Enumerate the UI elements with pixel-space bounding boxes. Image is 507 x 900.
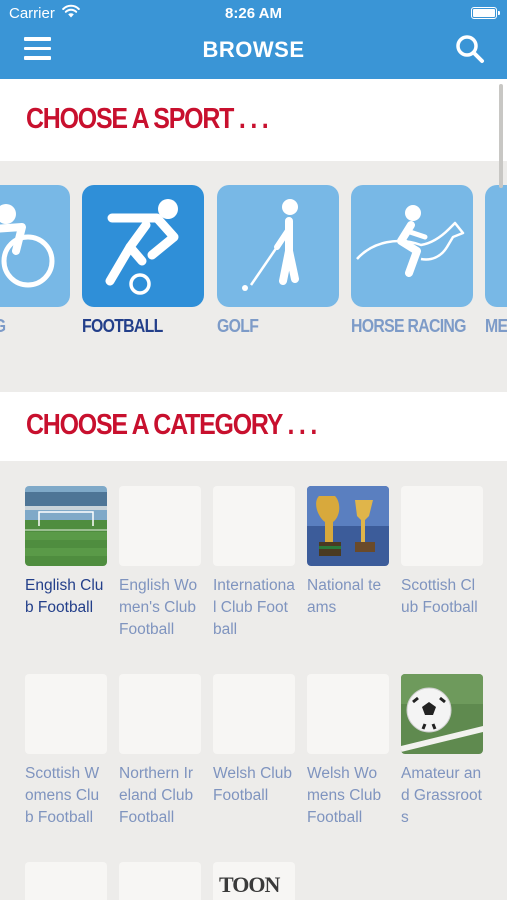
search-icon[interactable] [455, 34, 485, 64]
toon-logo: TOON [213, 862, 295, 900]
stadium-pitch-photo [25, 486, 107, 566]
choose-category-heading: CHOOSE A CATEGORY . . . [26, 409, 317, 441]
category-thumbnail [25, 674, 107, 754]
category-name: International Club Football [213, 577, 295, 638]
horse-racing-tile [351, 185, 473, 307]
category-welsh-womens-club-football[interactable]: Welsh Womens Club Football [307, 674, 389, 829]
cycling-tile [0, 185, 70, 307]
golf-tile [217, 185, 339, 307]
sport-tile-partial[interactable]: ME [485, 185, 507, 337]
category-english-womens-club-football[interactable]: English Women's Club Football [119, 486, 201, 641]
category-welsh-club-football[interactable]: Welsh Club Football [213, 674, 295, 807]
category-thumbnail [213, 486, 295, 566]
status-bar: Carrier 8:26 AM [0, 0, 507, 28]
sport-label-football: FOOTBALL [82, 316, 163, 336]
category-thumbnail [119, 486, 201, 566]
category-national-teams[interactable]: National teams [307, 486, 389, 619]
sport-label-cycling: G [0, 316, 55, 337]
category-name: Welsh Womens Club Football [307, 765, 382, 826]
partial-sport-tile [485, 185, 507, 307]
category-thumbnail [119, 674, 201, 754]
category-name: English Club Football [25, 577, 104, 616]
category-name: English Women's Club Football [119, 577, 198, 638]
category-thumbnail [119, 862, 201, 900]
sport-tile-football[interactable]: FOOTBALL [82, 185, 204, 337]
clock: 8:26 AM [225, 5, 282, 22]
category-amateur-and-grassroots[interactable]: Amateur and Grassroots [401, 674, 483, 829]
choose-sport-heading: CHOOSE A SPORT . . . [26, 103, 269, 135]
battery-icon [471, 7, 500, 19]
category-thumbnail [25, 862, 107, 900]
category-item[interactable] [119, 862, 201, 900]
sport-label-horse-racing: HORSE RACING [351, 316, 466, 336]
category-scottish-womens-club-football[interactable]: Scottish Womens Club Football [25, 674, 107, 829]
world-cup-trophies-photo [307, 486, 389, 566]
category-section-header: CHOOSE A CATEGORY . . . [0, 392, 507, 461]
football-on-grass-photo [401, 674, 483, 754]
category-name: Welsh Club Football [213, 765, 292, 804]
sport-tile-golf[interactable]: GOLF [217, 185, 339, 337]
golf-icon [242, 199, 299, 291]
sport-label-partial: ME [485, 316, 507, 336]
category-thumbnail [213, 674, 295, 754]
category-northern-ireland-club-football[interactable]: Northern Ireland Club Football [119, 674, 201, 829]
horse-racing-icon [356, 205, 465, 277]
sport-section-header: CHOOSE A SPORT . . . [0, 79, 507, 161]
category-scottish-club-football[interactable]: Scottish Club Football [401, 486, 483, 619]
toon-logo-text: TOON [219, 872, 280, 897]
category-name: Northern Ireland Club Football [119, 765, 194, 826]
category-item-toon[interactable]: TOON [213, 862, 295, 900]
sports-carousel[interactable]: G FOOTBALL GOLF [0, 185, 507, 345]
category-name: Scottish Club Football [401, 577, 478, 616]
scrollbar[interactable] [499, 84, 503, 188]
category-name: Scottish Womens Club Football [25, 765, 100, 826]
category-thumbnail [401, 486, 483, 566]
category-international-club-football[interactable]: International Club Football [213, 486, 295, 641]
category-name: National teams [307, 577, 382, 616]
football-tile [82, 185, 204, 307]
navigation-bar: Carrier 8:26 AM BROWSE [0, 0, 507, 79]
category-english-club-football[interactable]: English Club Football [25, 486, 107, 619]
cycling-icon [0, 204, 55, 288]
football-icon [105, 199, 179, 295]
sport-tile-cycling[interactable]: G [0, 185, 70, 337]
category-thumbnail [307, 674, 389, 754]
category-item[interactable] [25, 862, 107, 900]
sport-label-golf: GOLF [217, 316, 259, 336]
sport-tile-horse-racing[interactable]: HORSE RACING [351, 185, 473, 337]
page-title: BROWSE [202, 37, 305, 62]
category-name: Amateur and Grassroots [401, 765, 482, 826]
